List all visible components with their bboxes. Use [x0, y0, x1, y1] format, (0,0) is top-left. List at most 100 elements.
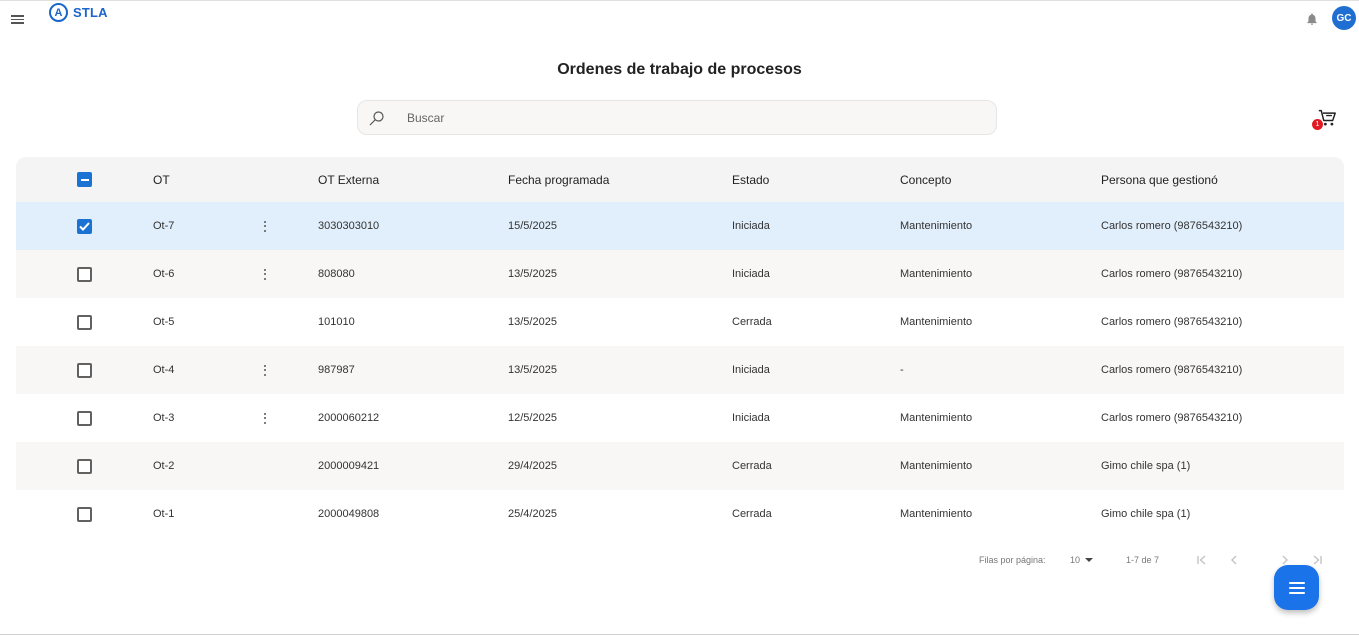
- previous-page-icon[interactable]: [1227, 553, 1241, 567]
- column-header-estado[interactable]: Estado: [732, 157, 769, 202]
- hamburger-menu-icon[interactable]: [11, 15, 24, 25]
- column-header-concepto[interactable]: Concepto: [900, 157, 951, 202]
- cell-concepto: -: [900, 364, 904, 376]
- table-row[interactable]: Ot-3 2000060212 12/5/2025 Iniciada Mante…: [16, 394, 1344, 442]
- cell-estado: Iniciada: [732, 412, 770, 424]
- row-checkbox[interactable]: [77, 266, 92, 282]
- rows-per-page-select[interactable]: 10: [1070, 555, 1094, 565]
- cell-persona: Gimo chile spa (1): [1101, 508, 1191, 520]
- select-all-cell: [77, 157, 92, 202]
- more-options-icon[interactable]: [258, 267, 272, 282]
- cell-ot: Ot-2: [153, 460, 175, 472]
- table-row[interactable]: Ot-4 987987 13/5/2025 Iniciada - Carlos …: [16, 346, 1344, 394]
- cell-fecha: 13/5/2025: [508, 316, 557, 328]
- menu-lines-icon: [1288, 581, 1305, 594]
- cell-persona: Carlos romero (9876543210): [1101, 364, 1243, 376]
- row-checkbox[interactable]: [77, 314, 92, 330]
- column-header-ot-externa[interactable]: OT Externa: [318, 157, 379, 202]
- cell-estado: Cerrada: [732, 460, 772, 472]
- cell-persona: Carlos romero (9876543210): [1101, 220, 1243, 232]
- rows-per-page-label: Filas por página:: [979, 555, 1046, 565]
- row-checkbox[interactable]: [77, 458, 92, 474]
- row-checkbox-cell: [77, 346, 92, 394]
- cell-ot-externa: 101010: [318, 316, 355, 328]
- select-all-checkbox[interactable]: [77, 172, 92, 187]
- table-row[interactable]: Ot-5 101010 13/5/2025 Cerrada Mantenimie…: [16, 298, 1344, 346]
- column-header-ot[interactable]: OT: [153, 157, 170, 202]
- row-checkbox[interactable]: [77, 410, 92, 426]
- row-actions-cell: [256, 394, 274, 442]
- cell-ot-externa: 987987: [318, 364, 355, 376]
- brand-mark-icon: A: [49, 3, 68, 22]
- table-header: OT OT Externa Fecha programada Estado Co…: [16, 157, 1344, 202]
- cell-persona: Carlos romero (9876543210): [1101, 412, 1243, 424]
- brand-logo[interactable]: A STLA: [49, 3, 108, 22]
- cell-concepto: Mantenimiento: [900, 268, 973, 280]
- floating-menu-button[interactable]: [1274, 565, 1319, 610]
- search-icon: [369, 110, 384, 125]
- search-bar[interactable]: [357, 100, 997, 135]
- cell-concepto: Mantenimiento: [900, 508, 973, 520]
- row-checkbox[interactable]: [77, 506, 92, 522]
- cell-ot-externa: 2000049808: [318, 508, 380, 520]
- cell-fecha: 12/5/2025: [508, 412, 557, 424]
- row-checkbox-cell: [77, 442, 92, 490]
- row-actions-cell: [256, 202, 274, 250]
- last-page-icon[interactable]: [1310, 553, 1324, 567]
- column-header-persona[interactable]: Persona que gestionó: [1101, 157, 1218, 202]
- table-row[interactable]: Ot-2 2000009421 29/4/2025 Cerrada Manten…: [16, 442, 1344, 490]
- cell-persona: Gimo chile spa (1): [1101, 460, 1191, 472]
- cell-concepto: Mantenimiento: [900, 316, 973, 328]
- cell-estado: Iniciada: [732, 268, 770, 280]
- row-checkbox-cell: [77, 250, 92, 298]
- user-avatar[interactable]: GC: [1332, 6, 1356, 30]
- row-checkbox-cell: [77, 202, 92, 250]
- brand-name: STLA: [73, 5, 108, 20]
- top-bar: A STLA GC: [0, 1, 1359, 39]
- checkmark-icon: [79, 221, 90, 231]
- row-checkbox-cell: [77, 394, 92, 442]
- cell-concepto: Mantenimiento: [900, 412, 973, 424]
- table-row[interactable]: Ot-7 3030303010 15/5/2025 Iniciada Mante…: [16, 202, 1344, 250]
- first-page-icon[interactable]: [1195, 553, 1209, 567]
- row-actions-cell: [256, 346, 274, 394]
- row-checkbox-cell: [77, 490, 92, 538]
- cell-ot-externa: 2000060212: [318, 412, 380, 424]
- row-checkbox[interactable]: [77, 218, 92, 234]
- cell-fecha: 25/4/2025: [508, 508, 557, 520]
- cell-ot-externa: 3030303010: [318, 220, 380, 232]
- cell-concepto: Mantenimiento: [900, 220, 973, 232]
- cell-concepto: Mantenimiento: [900, 460, 973, 472]
- cell-ot: Ot-4: [153, 364, 175, 376]
- cell-ot: Ot-5: [153, 316, 175, 328]
- more-options-icon[interactable]: [258, 219, 272, 234]
- chevron-down-icon: [1085, 558, 1094, 562]
- notifications-bell-icon[interactable]: [1305, 12, 1319, 26]
- table-row[interactable]: Ot-6 808080 13/5/2025 Iniciada Mantenimi…: [16, 250, 1344, 298]
- cell-estado: Iniciada: [732, 220, 770, 232]
- row-checkbox[interactable]: [77, 362, 92, 378]
- cart-count-badge: 1: [1312, 119, 1323, 130]
- row-actions-cell: [256, 250, 274, 298]
- table-row[interactable]: Ot-1 2000049808 25/4/2025 Cerrada Manten…: [16, 490, 1344, 538]
- pagination-range: 1-7 de 7: [1126, 555, 1160, 565]
- cell-ot-externa: 808080: [318, 268, 355, 280]
- cell-ot: Ot-6: [153, 268, 175, 280]
- page-title: Ordenes de trabajo de procesos: [557, 61, 802, 78]
- cell-ot-externa: 2000009421: [318, 460, 380, 472]
- search-input[interactable]: [407, 110, 967, 125]
- more-options-icon[interactable]: [258, 363, 272, 378]
- cell-fecha: 15/5/2025: [508, 220, 557, 232]
- cell-persona: Carlos romero (9876543210): [1101, 316, 1243, 328]
- cell-estado: Iniciada: [732, 364, 770, 376]
- column-header-fecha[interactable]: Fecha programada: [508, 157, 609, 202]
- row-checkbox-cell: [77, 298, 92, 346]
- cell-ot: Ot-7: [153, 220, 175, 232]
- cell-estado: Cerrada: [732, 508, 772, 520]
- cell-ot: Ot-3: [153, 412, 175, 424]
- cell-ot: Ot-1: [153, 508, 175, 520]
- cell-estado: Cerrada: [732, 316, 772, 328]
- more-options-icon[interactable]: [258, 411, 272, 426]
- cell-persona: Carlos romero (9876543210): [1101, 268, 1243, 280]
- work-orders-table: OT OT Externa Fecha programada Estado Co…: [16, 157, 1344, 538]
